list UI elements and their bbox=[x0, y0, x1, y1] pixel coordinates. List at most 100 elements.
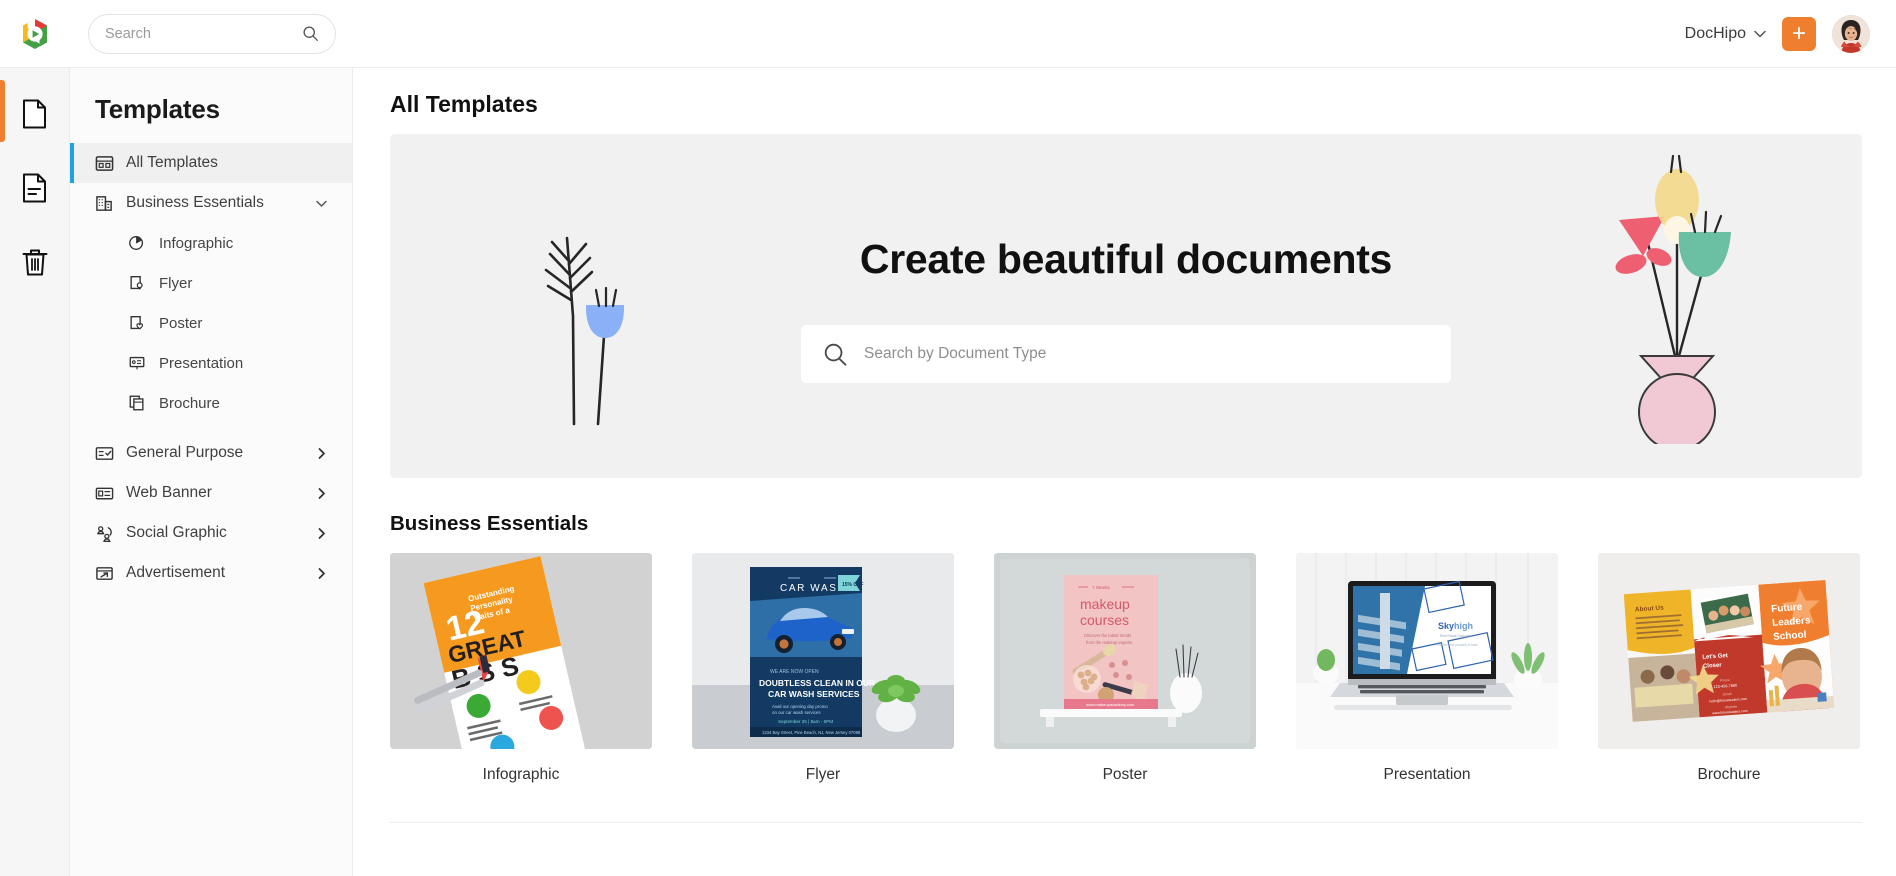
chevron-down-icon[interactable] bbox=[1754, 30, 1766, 38]
template-card[interactable]: CAR WASH 15% OFF WE ARE NOW OPEN DOUBTLE… bbox=[692, 553, 954, 784]
avatar[interactable] bbox=[1832, 14, 1870, 53]
document-type-search[interactable] bbox=[801, 325, 1451, 383]
people-network-icon bbox=[95, 524, 114, 543]
create-new-button[interactable]: + bbox=[1782, 16, 1816, 51]
svg-text:7 Weeks: 7 Weeks bbox=[1092, 585, 1110, 590]
sidebar-subitem-presentation[interactable]: Presentation bbox=[70, 343, 352, 383]
chevron-right-icon[interactable] bbox=[315, 567, 328, 580]
svg-text:DOUBTLESS CLEAN IN OUR: DOUBTLESS CLEAN IN OUR bbox=[759, 678, 875, 688]
svg-text:Future: Future bbox=[1771, 602, 1803, 615]
sidebar-item-all-templates[interactable]: All Templates bbox=[70, 143, 352, 183]
svg-text:Website: Website bbox=[1725, 705, 1738, 710]
search-input[interactable] bbox=[105, 25, 302, 42]
chevron-down-icon[interactable] bbox=[315, 197, 328, 210]
dochipo-logo-icon bbox=[17, 16, 53, 52]
hero-banner: Create beautiful documents bbox=[390, 134, 1862, 478]
template-card-label: Brochure bbox=[1697, 766, 1761, 783]
section-divider bbox=[390, 822, 1862, 823]
document-lines-icon bbox=[21, 173, 48, 203]
infographic-great-boss-mockup[interactable]: 12 Outstanding Personality Traits of a G… bbox=[390, 553, 652, 749]
sidebar-item-label: General Purpose bbox=[126, 444, 244, 461]
pie-chart-icon bbox=[128, 234, 147, 253]
sidebar-subitem-poster[interactable]: Poster bbox=[70, 303, 352, 343]
svg-text:September 25 | 8am - 5PM: September 25 | 8am - 5PM bbox=[778, 719, 833, 724]
top-bar: DocHipo + bbox=[0, 0, 1896, 68]
sidebar-item-label: Social Graphic bbox=[126, 524, 227, 541]
ad-arrow-icon bbox=[95, 564, 114, 583]
sidebar-subitem-label: Infographic bbox=[159, 234, 234, 252]
sidebar-item-social-graphic[interactable]: Social Graphic bbox=[70, 513, 352, 553]
template-card[interactable]: 7 Weeks makeup courses Discover the late… bbox=[994, 553, 1256, 784]
sidebar-item-general-purpose[interactable]: General Purpose bbox=[70, 433, 352, 473]
grid-layout-icon bbox=[95, 154, 114, 173]
section-heading: Business Essentials bbox=[390, 512, 589, 535]
rail-item-my-designs[interactable] bbox=[0, 164, 70, 212]
svg-text:CAR WASH SERVICES: CAR WASH SERVICES bbox=[768, 689, 860, 699]
search-icon[interactable] bbox=[302, 25, 319, 42]
car-wash-flyer-mockup[interactable]: CAR WASH 15% OFF WE ARE NOW OPEN DOUBTLE… bbox=[692, 553, 954, 749]
makeup-courses-poster-mockup[interactable]: 7 Weeks makeup courses Discover the late… bbox=[994, 553, 1256, 749]
svg-text:CAR WASH: CAR WASH bbox=[780, 583, 846, 594]
sidebar-item-label: Web Banner bbox=[126, 484, 212, 501]
hero-title: Create beautiful documents bbox=[859, 236, 1393, 282]
future-leaders-school-brochure-mockup[interactable]: About Us Let's Get Closer Phone 123-456-… bbox=[1598, 553, 1860, 749]
top-bar-right: DocHipo + bbox=[1685, 14, 1896, 53]
svg-text:1234 Bay Street, Pine Beach, N: 1234 Bay Street, Pine Beach, NJ, New Jer… bbox=[762, 730, 861, 735]
rail-item-documents[interactable] bbox=[0, 80, 70, 142]
svg-text:WE ARE NOW OPEN: WE ARE NOW OPEN bbox=[770, 669, 819, 675]
sidebar: Templates All Templates Business Essenti… bbox=[70, 68, 353, 876]
sidebar-subitem-brochure[interactable]: Brochure bbox=[70, 383, 352, 423]
template-card[interactable]: About Us Let's Get Closer Phone 123-456-… bbox=[1598, 553, 1860, 784]
logo-container[interactable] bbox=[0, 16, 70, 52]
template-card-label: Poster bbox=[1102, 766, 1148, 783]
svg-text:Discover the latest trends: Discover the latest trends bbox=[1084, 633, 1131, 638]
template-card-label: Flyer bbox=[805, 766, 841, 783]
account-menu[interactable]: DocHipo bbox=[1685, 25, 1766, 43]
search-icon bbox=[823, 342, 848, 367]
svg-text:15% OFF: 15% OFF bbox=[842, 582, 863, 588]
trash-icon bbox=[21, 247, 49, 277]
template-card[interactable]: 12 Outstanding Personality Traits of a G… bbox=[390, 553, 652, 784]
brochure-icon bbox=[128, 394, 147, 413]
template-card[interactable]: Skyhigh Real Estate Company Find the bes… bbox=[1296, 553, 1558, 784]
svg-text:from the makeup experts: from the makeup experts bbox=[1086, 640, 1132, 645]
pink-vase-with-flowers-illustration bbox=[1607, 144, 1747, 444]
sidebar-subitem-label: Brochure bbox=[159, 394, 220, 412]
fern-and-blue-tulip-illustration bbox=[526, 196, 646, 426]
global-search[interactable] bbox=[88, 13, 336, 54]
flyer-icon bbox=[128, 274, 147, 293]
sidebar-item-advertisement[interactable]: Advertisement bbox=[70, 553, 352, 593]
main-content: All Templates Create beautiful documents… bbox=[353, 68, 1896, 876]
svg-text:makeup: makeup bbox=[1080, 596, 1130, 612]
svg-text:Email: Email bbox=[1723, 692, 1732, 697]
sidebar-subitem-infographic[interactable]: Infographic bbox=[70, 223, 352, 263]
svg-text:Avail our opening day promo: Avail our opening day promo bbox=[772, 704, 828, 709]
rail-item-trash[interactable] bbox=[0, 238, 70, 286]
chevron-right-icon[interactable] bbox=[315, 447, 328, 460]
sidebar-item-label: All Templates bbox=[126, 154, 218, 171]
building-icon bbox=[95, 194, 114, 213]
sidebar-subitem-flyer[interactable]: Flyer bbox=[70, 263, 352, 303]
sidebar-subitem-label: Presentation bbox=[159, 354, 244, 372]
svg-text:www.makeupacademy.com: www.makeupacademy.com bbox=[1086, 702, 1135, 707]
chevron-right-icon[interactable] bbox=[315, 487, 328, 500]
sidebar-item-business-essentials[interactable]: Business Essentials bbox=[70, 183, 352, 223]
sidebar-item-web-banner[interactable]: Web Banner bbox=[70, 473, 352, 513]
document-type-search-input[interactable] bbox=[864, 345, 1429, 363]
sidebar-item-label: Advertisement bbox=[126, 564, 226, 581]
document-icon bbox=[21, 99, 48, 129]
svg-text:Find the best property in town: Find the best property in town bbox=[1436, 643, 1478, 647]
template-card-label: Presentation bbox=[1383, 766, 1471, 783]
chevron-right-icon[interactable] bbox=[315, 527, 328, 540]
svg-text:Phone: Phone bbox=[1720, 678, 1730, 683]
svg-text:on our car wash services: on our car wash services bbox=[772, 710, 821, 715]
svg-text:courses: courses bbox=[1080, 612, 1129, 628]
poster-heart-icon bbox=[128, 314, 147, 333]
skyhigh-laptop-presentation-mockup[interactable]: Skyhigh Real Estate Company Find the bes… bbox=[1296, 553, 1558, 749]
icon-rail bbox=[0, 68, 70, 876]
checklist-icon bbox=[95, 444, 114, 463]
sidebar-item-label: Business Essentials bbox=[126, 194, 264, 211]
app-root: DocHipo + bbox=[0, 0, 1896, 876]
page-title: All Templates bbox=[390, 91, 538, 117]
